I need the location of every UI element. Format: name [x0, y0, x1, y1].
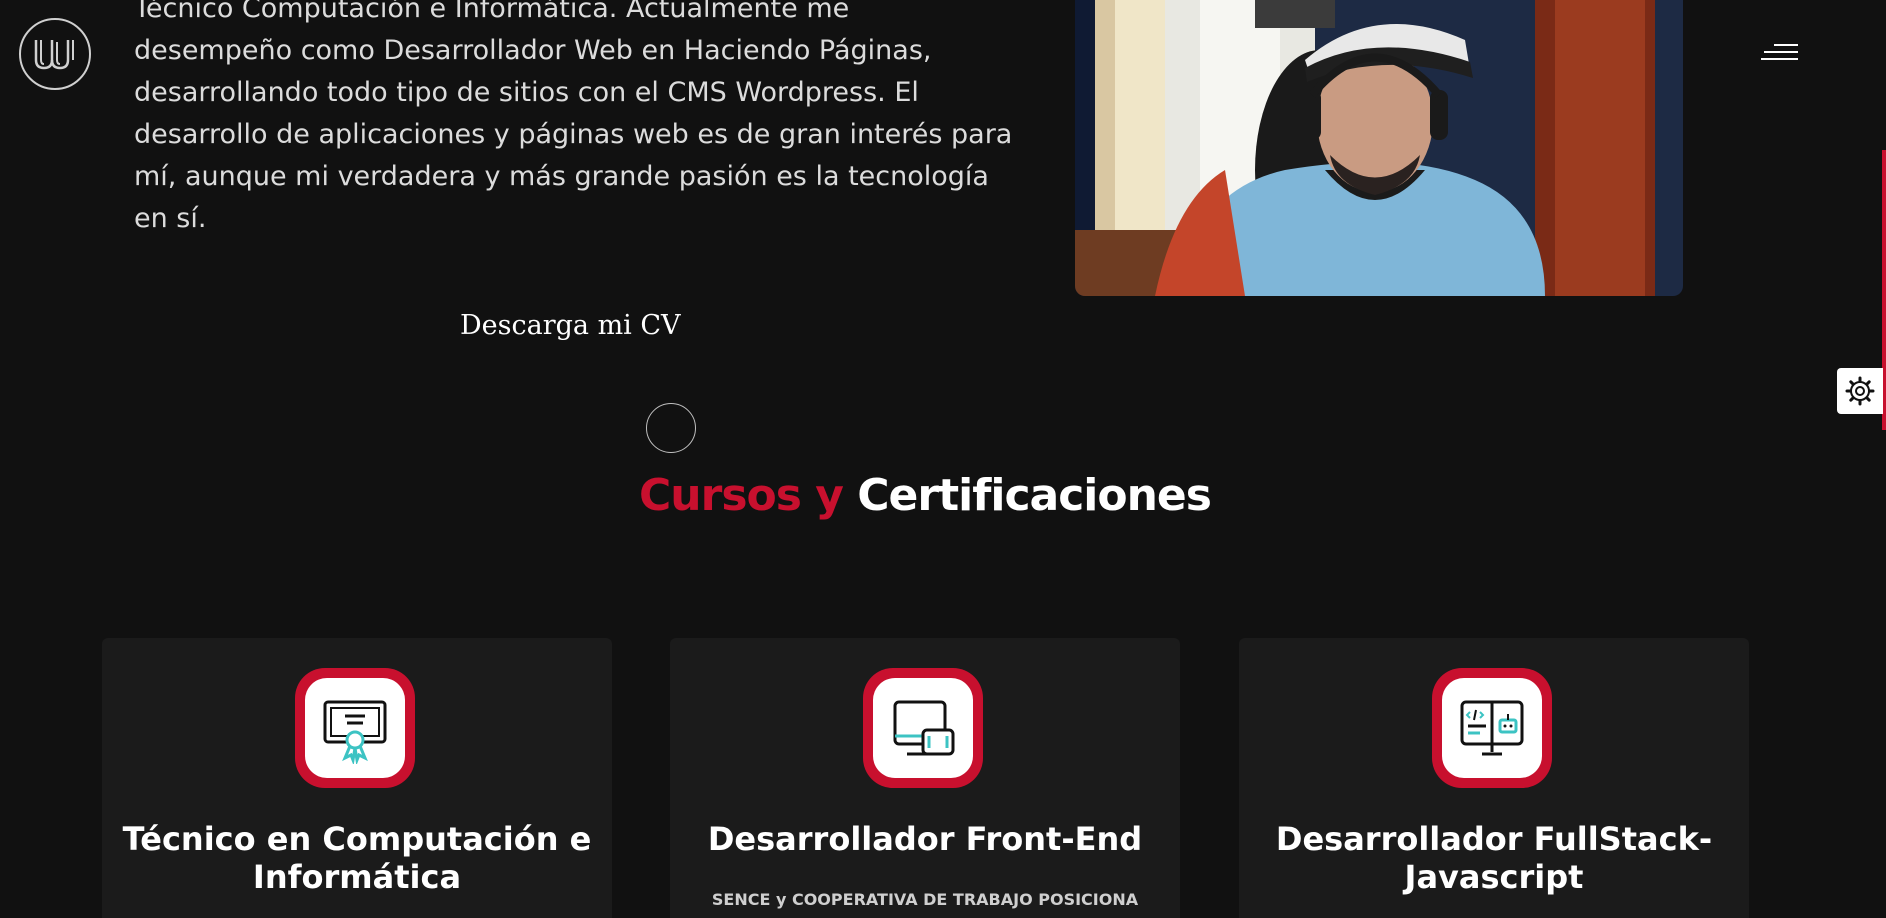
about-paragraph: Técnico Computación e Informática. Actua…	[134, 0, 1013, 234]
course-subtitle: SENCE y COOPERATIVA DE TRABAJO POSICIONA	[711, 890, 1139, 909]
section-title-accent: Cursos y	[639, 470, 844, 521]
course-card: Desarrollador FullStack-Javascript	[1239, 638, 1749, 918]
download-cv-link[interactable]: Descarga mi CV	[460, 310, 681, 341]
section-title-rest: Certificaciones	[857, 470, 1212, 521]
course-card: Técnico en Computación e Informática	[102, 638, 612, 918]
section-title: Cursos y Certificaciones	[0, 470, 1850, 521]
devices-icon	[863, 668, 983, 788]
gear-icon	[1845, 376, 1875, 406]
profile-photo	[1075, 0, 1683, 296]
course-title: Desarrollador FullStack-Javascript	[1275, 820, 1713, 896]
certificate-icon	[295, 668, 415, 788]
code-monitor-icon	[1432, 668, 1552, 788]
course-title: Desarrollador Front-End	[707, 820, 1143, 858]
settings-button[interactable]	[1837, 368, 1883, 414]
course-card: Desarrollador Front-End SENCE y COOPERAT…	[670, 638, 1180, 918]
w-monogram-logo-icon	[34, 40, 74, 70]
cursor-follower-ring	[646, 403, 696, 453]
hamburger-menu-icon	[1761, 44, 1798, 60]
menu-button[interactable]	[1760, 42, 1800, 64]
site-logo[interactable]	[19, 18, 91, 90]
course-title: Técnico en Computación e Informática	[122, 820, 592, 896]
